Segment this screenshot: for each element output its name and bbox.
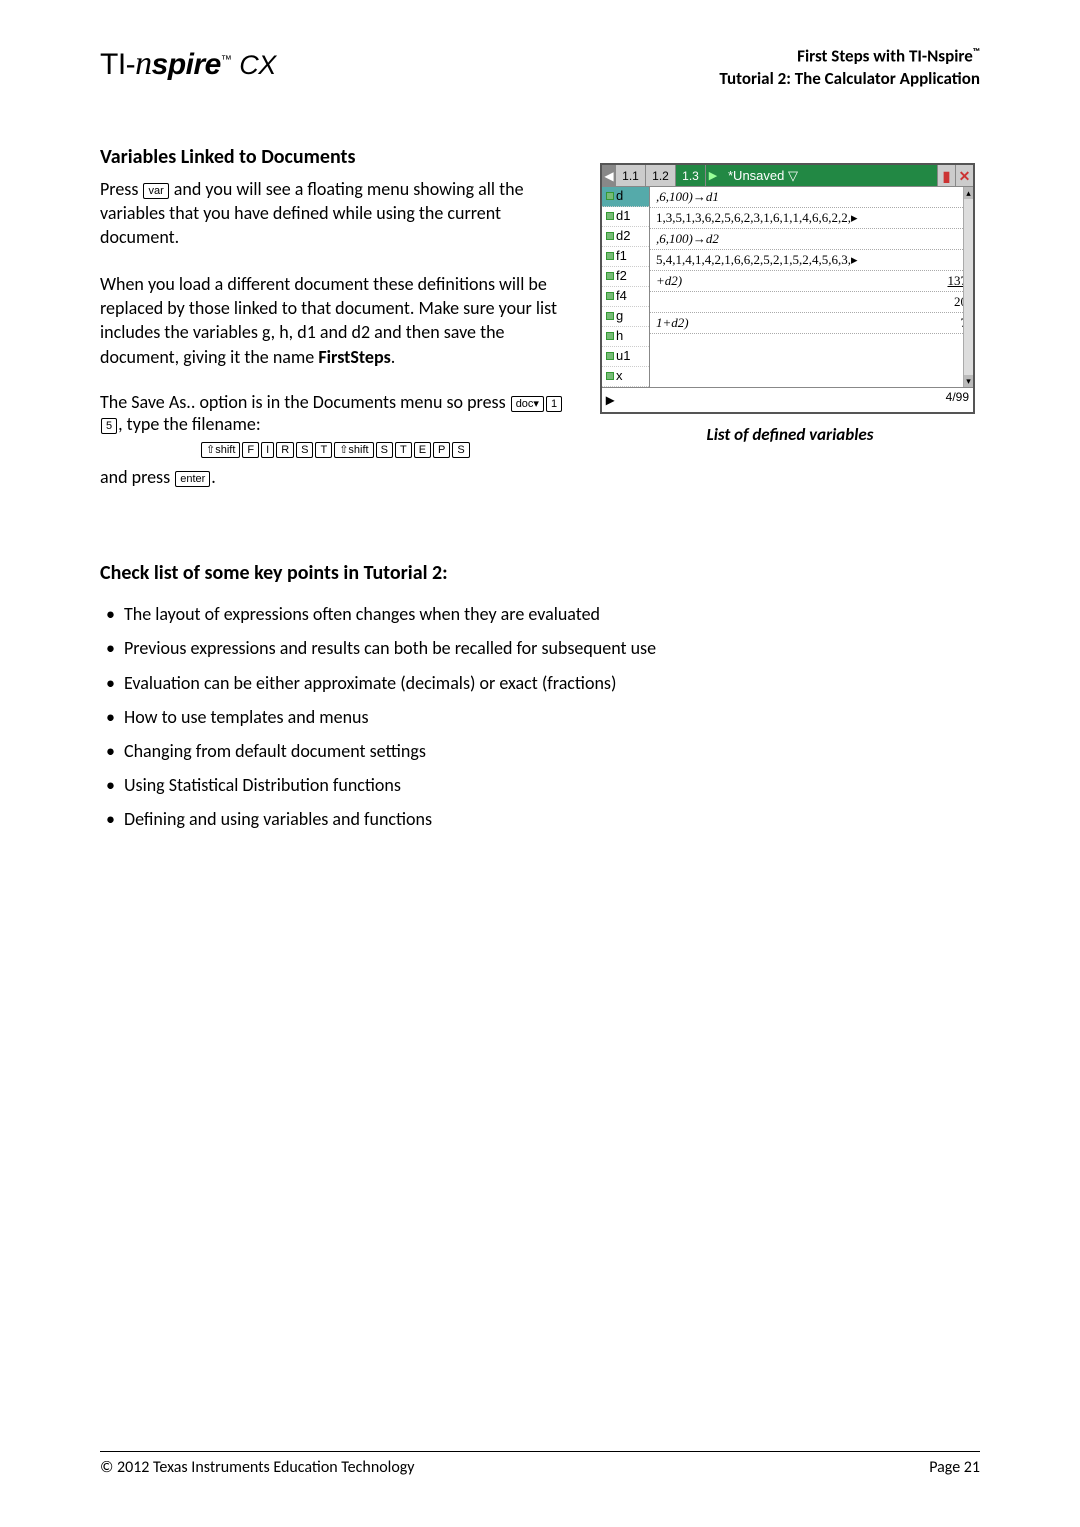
key-5: 5 (101, 418, 117, 434)
list-item: Previous expressions and results can bot… (124, 631, 980, 665)
scroll-down-icon: ▾ (964, 375, 973, 387)
key-1: 1 (546, 396, 562, 412)
header-line2: Tutorial 2: The Calculator Application (719, 68, 980, 90)
header-right: First Steps with TI-Nspire™ Tutorial 2: … (719, 45, 980, 90)
scrollbar: ▴ ▾ (963, 187, 973, 387)
copyright: © 2012 Texas Instruments Education Techn… (100, 1458, 415, 1477)
checklist-title: Check list of some key points in Tutoria… (100, 561, 980, 585)
header-line1: First Steps with TI-Nspire (797, 46, 973, 67)
filename-keyseq: ⇧shiftFIRST⇧shiftSTEPS (200, 437, 570, 459)
page-counter: 4/99 (946, 390, 969, 410)
brand-logo: TI-nspire™ CX (100, 45, 276, 83)
doc-title: *Unsaved ▽ (720, 165, 937, 186)
brand-spire: spire (152, 48, 221, 81)
var-x: x (602, 367, 649, 387)
ss-topbar: ◀ 1.1 1.2 1.3 ▶ *Unsaved ▽ ▮ ✕ (602, 165, 973, 187)
brand-n: n (135, 45, 152, 82)
figure-column: ◀ 1.1 1.2 1.3 ▶ *Unsaved ▽ ▮ ✕ d d1 d2 (600, 145, 980, 511)
checklist-section: Check list of some key points in Tutoria… (100, 561, 980, 836)
para-2: When you load a different document these… (100, 272, 570, 369)
var-g: g (602, 307, 649, 327)
var-u1: u1 (602, 347, 649, 367)
para-3: The Save As.. option is in the Documents… (100, 391, 570, 459)
var-f1: f1 (602, 247, 649, 267)
section-title: Variables Linked to Documents (100, 145, 570, 169)
var-d1: d1 (602, 207, 649, 227)
page-footer: © 2012 Texas Instruments Education Techn… (100, 1451, 980, 1477)
tab-1-2: 1.2 (646, 165, 676, 186)
page-number: Page 21 (929, 1458, 980, 1477)
brand-prefix: TI- (100, 48, 135, 81)
checklist: The layout of expressions often changes … (100, 597, 980, 836)
ss-footer: ▸ 4/99 (602, 387, 973, 412)
tab-play-icon: ▶ (706, 165, 720, 186)
header-tm: ™ (973, 45, 980, 58)
tab-left-arrow: ◀ (602, 165, 616, 186)
var-h: h (602, 327, 649, 347)
list-item: Defining and using variables and functio… (124, 802, 980, 836)
brand-tm: ™ (221, 54, 232, 66)
calculator-screenshot: ◀ 1.1 1.2 1.3 ▶ *Unsaved ▽ ▮ ✕ d d1 d2 (600, 163, 975, 414)
cursor-icon: ▸ (606, 390, 614, 410)
para-4: and press enter. (100, 465, 570, 489)
list-item: Evaluation can be either approximate (de… (124, 666, 980, 700)
key-var: var (143, 183, 168, 199)
list-item: Changing from default document settings (124, 734, 980, 768)
list-item: The layout of expressions often changes … (124, 597, 980, 631)
firststeps-name: FirstSteps (318, 346, 390, 368)
page-header: TI-nspire™ CX First Steps with TI-Nspire… (100, 45, 980, 90)
var-f4: f4 (602, 287, 649, 307)
list-item: How to use templates and menus (124, 700, 980, 734)
var-list: d d1 d2 f1 f2 f4 g h u1 x (602, 187, 650, 387)
list-item: Using Statistical Distribution functions (124, 768, 980, 802)
calc-main: ,6,100)→d1 1,3,5,1,3,6,2,5,6,2,3,1,6,1,1… (650, 187, 973, 387)
close-icon: ✕ (955, 165, 973, 186)
tab-1-1: 1.1 (616, 165, 646, 186)
scroll-up-icon: ▴ (964, 187, 973, 199)
key-doc: doc▾ (511, 396, 544, 412)
var-f2: f2 (602, 267, 649, 287)
para-1: Press var and you will see a floating me… (100, 177, 570, 250)
text-column: Variables Linked to Documents Press var … (100, 145, 570, 511)
figure-caption: List of defined variables (600, 424, 980, 445)
key-enter: enter (175, 471, 210, 487)
tab-1-3: 1.3 (676, 165, 706, 186)
brand-cx: CX (239, 50, 276, 80)
var-d2: d2 (602, 227, 649, 247)
battery-icon: ▮ (937, 165, 955, 186)
var-d: d (602, 187, 649, 207)
